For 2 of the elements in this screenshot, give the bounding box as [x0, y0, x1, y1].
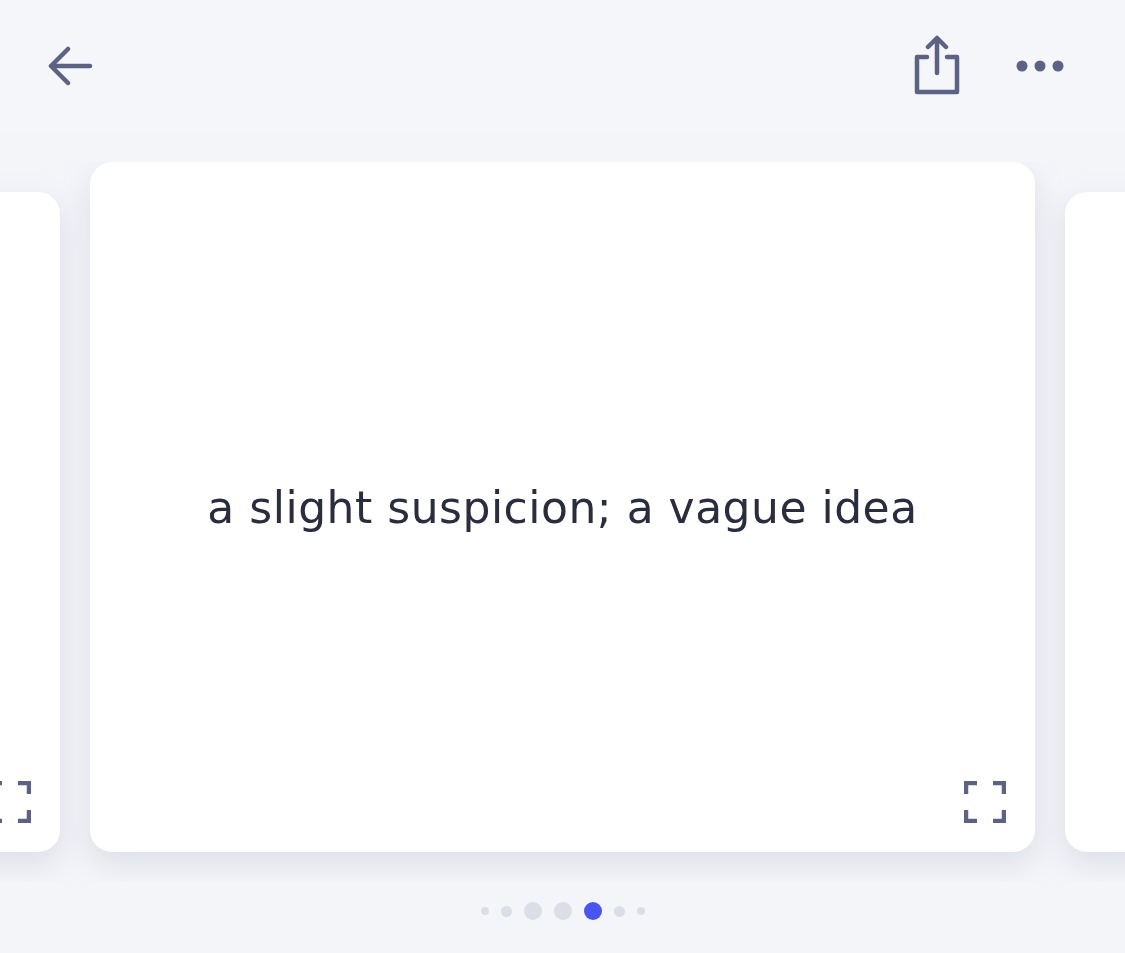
flashcard[interactable]: a slight suspicion; a vague idea	[90, 162, 1035, 852]
card-text: a slight suspicion; a vague idea	[207, 481, 918, 533]
